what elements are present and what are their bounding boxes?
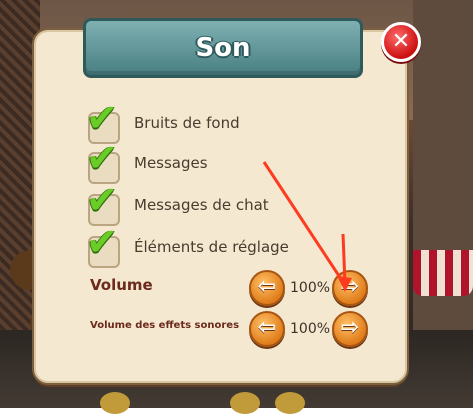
volume-increase-button[interactable]: ⇨	[332, 270, 368, 306]
checkbox-label: Éléments de réglage	[134, 238, 289, 256]
volume-decrease-button[interactable]: ⇦	[249, 270, 285, 306]
checkmark-icon: ✔	[86, 220, 118, 264]
arrow-right-icon: ⇨	[340, 274, 360, 299]
dialog-title: Son	[195, 33, 251, 63]
checkmark-icon: ✔	[86, 136, 118, 180]
arrow-left-icon: ⇦	[257, 315, 277, 340]
close-icon: ✕	[391, 29, 411, 54]
coin-icon	[230, 392, 260, 414]
checkbox-label: Messages	[134, 154, 208, 172]
coin-icon	[275, 392, 305, 414]
arrow-left-icon: ⇦	[257, 274, 277, 299]
checkmark-icon: ✔	[86, 96, 118, 140]
effects-volume-increase-button[interactable]: ⇨	[332, 311, 368, 347]
effects-volume-value: 100%	[290, 321, 331, 337]
arrow-right-icon: ⇨	[340, 315, 360, 340]
checkmark-icon: ✔	[86, 178, 118, 222]
close-button[interactable]: ✕	[381, 22, 421, 62]
checkbox-label: Messages de chat	[134, 196, 269, 214]
volume-value: 100%	[290, 280, 331, 296]
checkbox-label: Bruits de fond	[134, 114, 240, 132]
coin-icon	[100, 392, 130, 414]
red-awning	[413, 250, 473, 296]
effects-volume-label: Volume des effets sonores	[90, 320, 240, 331]
dialog-title-banner: Son	[83, 18, 363, 78]
volume-label: Volume	[90, 276, 153, 294]
effects-volume-decrease-button[interactable]: ⇦	[249, 311, 285, 347]
